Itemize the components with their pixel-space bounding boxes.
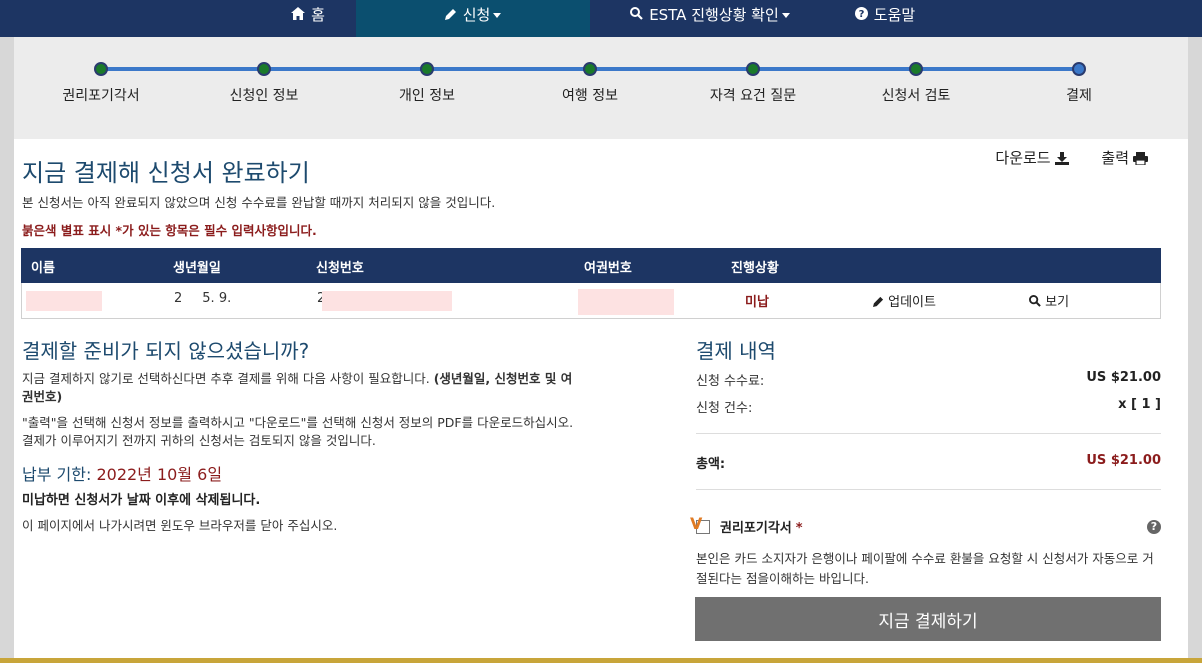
application-table: 이름 생년월일 신청번호 여권번호 진행상황 25. 9. 2 미납 업데이트 … xyxy=(21,248,1161,319)
waiver-label: 권리포기각서 * xyxy=(720,521,803,536)
step-label: 신청서 검토 xyxy=(881,88,951,104)
col-dob: 생년월일 xyxy=(173,261,221,276)
home-icon xyxy=(291,2,306,32)
step-dot-payment xyxy=(1072,62,1086,76)
help-icon[interactable]: ? xyxy=(1147,520,1161,534)
step-dot-waiver xyxy=(94,62,108,76)
due-date: 납부 기한: 2022년 10월 6일 xyxy=(22,465,223,484)
print-download-text: "출력"을 선택해 신청서 정보를 출력하시고 "다운로드"를 선택해 신청서 … xyxy=(22,415,574,448)
not-ready-heading: 결제할 준비가 되지 않으셨습니까? xyxy=(22,339,310,363)
col-appno: 신청번호 xyxy=(316,261,364,276)
incomplete-notice: 본 신청서는 아직 완료되지 않았으며 신청 수수료를 완납할 때까지 처리되지… xyxy=(22,195,496,210)
divider xyxy=(696,489,1161,490)
payment-heading: 결제 내역 xyxy=(696,339,776,363)
print-button[interactable]: 출력 xyxy=(1087,149,1148,167)
main-content: 지금 결제해 신청서 완료하기 다운로드 출력 본 신청서는 아직 완료되지 않… xyxy=(14,139,1188,663)
redacted-name xyxy=(26,291,102,311)
table-header: 이름 생년월일 신청번호 여권번호 진행상황 xyxy=(21,248,1161,283)
checkmark-annotation-icon: V xyxy=(690,514,703,533)
status-badge: 미납 xyxy=(745,295,769,310)
close-note: 이 페이지에서 나가시려면 윈도우 브라우저를 닫아 주십시오. xyxy=(22,518,338,533)
col-passport: 여권번호 xyxy=(584,261,632,276)
page-tools: 다운로드 출력 xyxy=(967,147,1148,168)
step-dot-review xyxy=(909,62,923,76)
col-name: 이름 xyxy=(31,261,55,276)
step-label: 결제 xyxy=(1066,88,1092,104)
step-label: 권리포기각서 xyxy=(62,88,140,104)
view-link[interactable]: 보기 xyxy=(1029,291,1069,310)
nav-help[interactable]: ? 도움말 xyxy=(840,0,930,37)
pay-now-button[interactable]: 지금 결제하기 xyxy=(695,597,1161,641)
total-row: 총액: US $21.00 xyxy=(696,453,1161,472)
step-label: 여행 정보 xyxy=(562,88,618,104)
progress-tracker: 권리포기각서 신청인 정보 개인 정보 여행 정보 자격 요건 질문 신청서 검… xyxy=(14,37,1188,139)
page-title: 지금 결제해 신청서 완료하기 xyxy=(22,159,310,187)
download-button[interactable]: 다운로드 xyxy=(981,149,1069,167)
download-icon xyxy=(1054,152,1069,165)
step-dot-applicant xyxy=(257,62,271,76)
redacted-passport xyxy=(578,289,674,315)
question-icon: ? xyxy=(854,2,868,32)
chevron-down-icon xyxy=(493,13,502,18)
pay-later-text: 지금 결제하지 않기로 선택하신다면 추후 결제를 위해 다음 사항이 필요합니… xyxy=(22,371,573,404)
step-label: 자격 요건 질문 xyxy=(709,88,797,104)
col-status: 진행상황 xyxy=(731,261,779,276)
top-nav: 홈 신청 ESTA 진행상황 확인 ? 도움말 xyxy=(0,0,1202,37)
table-row: 25. 9. 2 미납 업데이트 보기 xyxy=(21,283,1161,319)
search-icon xyxy=(1029,295,1041,307)
step-dot-personal xyxy=(420,62,434,76)
bottom-accent-line xyxy=(0,658,1202,663)
print-icon xyxy=(1133,152,1148,166)
waiver-text: 본인은 카드 소지자가 은행이나 페이팔에 수수료 환불을 요청할 시 신청서가… xyxy=(696,551,1154,586)
cell-dob: 2 5. 9. xyxy=(174,291,232,306)
step-label: 개인 정보 xyxy=(399,88,455,104)
fee-row: 신청 수수료: US $21.00 xyxy=(696,370,1161,389)
redacted-appno xyxy=(322,291,452,311)
chevron-down-icon xyxy=(781,13,790,18)
divider xyxy=(696,433,1161,434)
pencil-icon xyxy=(444,2,457,32)
step-label: 신청인 정보 xyxy=(229,88,299,104)
nav-apply[interactable]: 신청 xyxy=(356,0,590,37)
nav-status[interactable]: ESTA 진행상황 확인 xyxy=(610,0,810,37)
search-icon xyxy=(630,2,643,32)
update-link[interactable]: 업데이트 xyxy=(873,291,936,310)
delete-note: 미납하면 신청서가 날짜 이후에 삭제됩니다. xyxy=(22,493,261,508)
waiver-row: V 권리포기각서 * ? xyxy=(690,514,1161,544)
required-notice: 붉은색 별표 표시 *가 있는 항목은 필수 입력사항입니다. xyxy=(22,223,317,238)
step-dot-travel xyxy=(583,62,597,76)
svg-text:?: ? xyxy=(858,9,864,20)
count-row: 신청 건수: x [ 1 ] xyxy=(696,397,1161,416)
pencil-icon xyxy=(873,296,884,307)
nav-home[interactable]: 홈 xyxy=(262,0,354,37)
step-dot-eligibility xyxy=(746,62,760,76)
